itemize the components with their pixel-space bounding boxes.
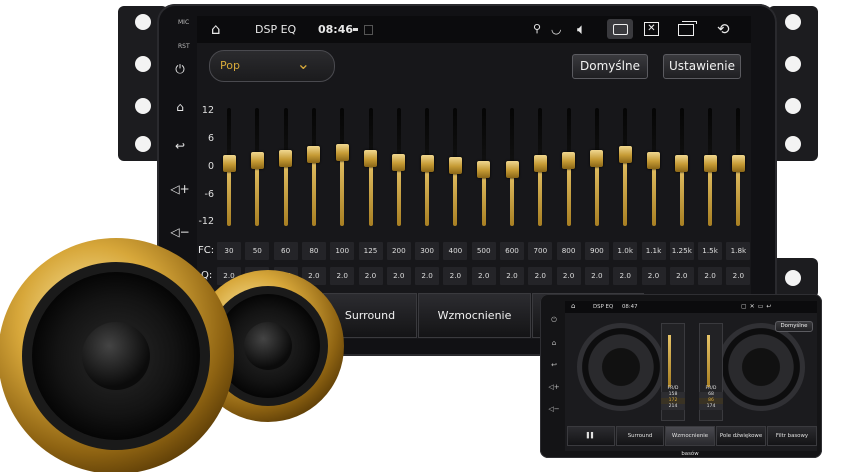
preview-right-slider[interactable] [707, 335, 710, 387]
eq-slider-knob[interactable] [250, 151, 264, 169]
q-cell[interactable]: 2.0 [500, 267, 524, 285]
eq-slider-level [679, 163, 684, 226]
fc-cell[interactable]: 700 [528, 242, 553, 260]
preview-right-speaker [717, 323, 805, 411]
eq-slider-knob[interactable] [562, 151, 576, 169]
power-icon[interactable]: ⏻ [167, 62, 193, 77]
eq-slider-level [283, 157, 288, 226]
preview-home-icon: ⌂ [571, 302, 576, 310]
preview-default-button[interactable]: Domyślne [775, 321, 813, 332]
eq-slider-level [396, 161, 401, 226]
eq-slider-knob[interactable] [420, 155, 434, 173]
eq-slider-level [340, 152, 345, 226]
preview-clock: 08:47 [622, 304, 638, 310]
preview-tab-eq-icon[interactable]: ▌▌ [567, 426, 615, 446]
fc-cell[interactable]: 200 [386, 242, 411, 260]
fc-cell[interactable]: 800 [556, 242, 581, 260]
q-cell[interactable]: 2.0 [415, 267, 440, 285]
eq-slider-knob[interactable] [618, 146, 632, 164]
q-cell[interactable]: 2.0 [698, 267, 723, 285]
eq-slider-level [368, 157, 373, 226]
q-cell[interactable]: 2.0 [641, 267, 666, 285]
q-cell[interactable]: 2.0 [584, 267, 609, 285]
back-icon[interactable]: ↩ [167, 139, 193, 153]
eq-slider-knob[interactable] [307, 146, 321, 164]
fc-cell[interactable]: 400 [443, 242, 468, 260]
fc-cell[interactable]: 1.5k [698, 242, 723, 260]
eq-slider-knob[interactable] [703, 155, 717, 173]
rst-label: RST [178, 43, 190, 50]
preview-tab-bass-boost[interactable]: Wzmocnienie basów [665, 426, 715, 457]
preview-right-readouts: FR/D 68 86 174 [699, 386, 723, 410]
fc-cell[interactable]: 600 [500, 242, 524, 260]
q-cell[interactable]: 2.0 [556, 267, 581, 285]
q-cell[interactable]: 2.0 [443, 267, 468, 285]
q-cell[interactable]: 2.0 [669, 267, 694, 285]
eq-slider-knob[interactable] [731, 155, 745, 173]
fc-cell[interactable]: 300 [415, 242, 440, 260]
fc-cell[interactable]: 1.8k [726, 242, 751, 260]
eq-slider-knob[interactable] [279, 149, 293, 167]
eq-slider-level [708, 163, 713, 226]
eq-slider-knob[interactable] [590, 149, 604, 167]
eq-slider-knob[interactable] [448, 157, 462, 175]
preview-left-speaker [577, 323, 665, 411]
q-cell[interactable]: 2.0 [358, 267, 383, 285]
eq-slider-knob[interactable] [477, 160, 491, 178]
eq-slider-knob[interactable] [335, 144, 349, 162]
eq-slider-level [538, 163, 543, 226]
preview-tab-bass-filter[interactable]: Filtr basowy [767, 426, 817, 446]
eq-slider-level [425, 163, 430, 226]
fc-cell[interactable]: 125 [358, 242, 383, 260]
volume-up-icon[interactable]: ◁+ [167, 182, 193, 196]
q-cell[interactable]: 2.0 [726, 267, 751, 285]
eq-slider-level [311, 154, 316, 226]
home-icon[interactable]: ⌂ [167, 100, 193, 114]
q-cell[interactable]: 2.0 [386, 267, 411, 285]
eq-slider-level [566, 159, 571, 226]
eq-slider-level [255, 159, 260, 226]
large-speaker [0, 238, 234, 472]
preview-left-readouts: FR/D 158 172 214 [661, 386, 685, 410]
fc-cell[interactable]: 1.1k [641, 242, 666, 260]
side-panel: MIC RST ⏻ ⌂ ↩ ◁+ ◁− [164, 14, 196, 254]
preview-side-panel: ⏻ ⌂ ↩ ◁+ ◁− [548, 316, 560, 413]
preview-left-slider[interactable] [668, 335, 671, 387]
eq-slider-level [736, 163, 741, 226]
eq-slider-knob[interactable] [533, 155, 547, 173]
q-cell[interactable]: 2.0 [471, 267, 496, 285]
preview-tab-surround[interactable]: Surround [616, 426, 664, 446]
subwoofer-speakers-image [0, 238, 344, 472]
eq-slider-level [227, 162, 231, 226]
fc-cell[interactable]: 1.0k [613, 242, 638, 260]
eq-slider-knob[interactable] [222, 154, 236, 172]
eq-slider-knob[interactable] [364, 149, 377, 167]
q-cell[interactable]: 2.0 [613, 267, 638, 285]
preview-status-icons: ▢✕▭↩ [741, 303, 775, 310]
eq-slider-knob[interactable] [675, 155, 689, 173]
q-cell[interactable]: 2.0 [528, 267, 553, 285]
mic-label: MIC [178, 19, 190, 26]
eq-slider-level [594, 157, 599, 226]
fc-cell[interactable]: 1.25k [669, 242, 694, 260]
eq-slider-knob[interactable] [392, 153, 406, 171]
preview-tab-sound-field[interactable]: Pole dźwiękowe [716, 426, 766, 446]
fc-cell[interactable]: 900 [584, 242, 609, 260]
eq-slider-level [651, 159, 656, 226]
tab-bass-boost[interactable]: Wzmocnienie basów [418, 293, 531, 338]
eq-slider-knob[interactable] [647, 151, 660, 169]
eq-slider-level [453, 165, 458, 226]
eq-slider-knob[interactable] [505, 160, 519, 178]
fc-cell[interactable]: 500 [471, 242, 496, 260]
eq-slider-level [623, 154, 628, 226]
preview-title: DSP EQ [593, 304, 614, 310]
